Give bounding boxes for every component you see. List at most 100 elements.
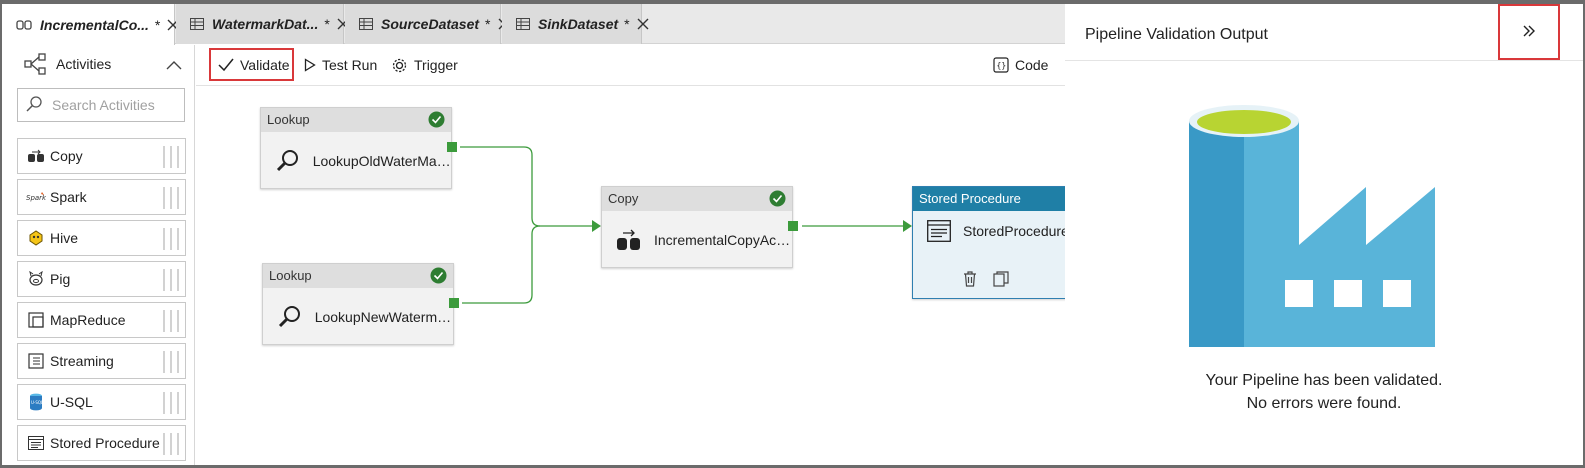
activity-label: Streaming (50, 353, 114, 369)
tab-label: SourceDataset (381, 16, 480, 32)
stored-procedure-icon (927, 218, 951, 244)
validation-message-line2: No errors were found. (1246, 395, 1402, 412)
drag-handle[interactable] (163, 392, 179, 414)
connector-line (460, 146, 594, 227)
magnifier-icon (275, 148, 301, 174)
drag-handle[interactable] (163, 269, 179, 291)
connector-arrow (903, 220, 912, 232)
validate-label: Validate (240, 57, 290, 73)
pipeline-canvas[interactable]: Lookup LookupOldWaterMark... Lookup Look… (196, 87, 1066, 465)
activity-label: Spark (50, 189, 87, 205)
validation-panel-title: Pipeline Validation Output (1085, 26, 1268, 43)
connector-arrow (592, 220, 601, 232)
activity-label: Pig (50, 271, 71, 287)
drag-handle[interactable] (163, 351, 179, 373)
success-check-icon (428, 111, 445, 136)
drag-handle[interactable] (163, 187, 179, 209)
activity-item-stored-procedure[interactable]: Stored Procedure (17, 425, 186, 461)
usql-icon: U-SQL (25, 393, 47, 411)
connector-line (462, 225, 541, 304)
lookup-new-watermark-node[interactable]: Lookup LookupNewWatermar... (262, 263, 459, 345)
clone-icon[interactable] (993, 271, 1009, 290)
node-label: LookupNewWatermar... (314, 308, 453, 325)
node-type: Lookup (267, 112, 310, 127)
drag-handle[interactable] (163, 146, 179, 168)
node-label: LookupOldWaterMark... (312, 152, 451, 169)
activity-item-pig[interactable]: Pig (17, 261, 186, 297)
checkmark-icon (218, 58, 234, 72)
hive-icon (25, 230, 47, 246)
tab-bar: IncrementalCo... * WatermarkDat... * Sou… (2, 4, 1075, 45)
tab-source-dataset[interactable]: SourceDataset * (345, 4, 509, 44)
mapreduce-icon (25, 312, 47, 328)
node-label: StoredProcedure (963, 223, 1066, 239)
code-icon: {} (993, 57, 1009, 73)
activity-item-usql[interactable]: U-SQL U-SQL (17, 384, 186, 420)
drag-handle[interactable] (163, 228, 179, 250)
validate-button[interactable]: Validate (218, 49, 290, 81)
activities-panel: Activities Copy Spark Spark Hive (2, 45, 195, 465)
trigger-button[interactable]: Trigger (391, 49, 458, 81)
tab-dirty-marker: * (154, 16, 161, 33)
search-icon (26, 95, 42, 115)
test-run-label: Test Run (322, 57, 378, 73)
activity-label: Hive (50, 230, 79, 246)
code-button[interactable]: {} Code (993, 49, 1048, 81)
activity-label: Stored Procedure (50, 435, 160, 451)
play-icon (304, 58, 316, 72)
activities-icon (24, 53, 46, 78)
svg-text:{}: {} (997, 61, 1007, 70)
pipeline-icon (16, 17, 32, 33)
activity-item-spark[interactable]: Spark Spark (17, 179, 186, 215)
node-type: Stored Procedure (919, 191, 1021, 206)
output-port[interactable] (447, 142, 457, 152)
node-type: Copy (608, 191, 639, 206)
activity-label: Copy (50, 148, 83, 164)
table-icon (516, 16, 530, 32)
activity-label: MapReduce (50, 312, 126, 328)
copy-activity-icon (616, 227, 642, 253)
activity-item-hive[interactable]: Hive (17, 220, 186, 256)
activity-item-streaming[interactable]: Streaming (17, 343, 186, 379)
incremental-copy-node[interactable]: Copy IncrementalCopyActiv... (601, 186, 798, 268)
tab-incremental-pipeline[interactable]: IncrementalCo... * (2, 4, 179, 45)
activities-title: Activities (56, 56, 112, 72)
svg-text:Spark: Spark (26, 194, 46, 202)
tab-watermark-dataset[interactable]: WatermarkDat... * (176, 4, 349, 44)
output-port[interactable] (788, 221, 798, 231)
code-label: Code (1015, 57, 1049, 73)
close-icon[interactable] (636, 17, 650, 31)
activity-item-copy[interactable]: Copy (17, 138, 186, 174)
activities-header[interactable]: Activities (2, 45, 195, 85)
pig-icon (25, 271, 47, 287)
drag-handle[interactable] (163, 433, 179, 455)
pipeline-validation-panel: Pipeline Validation Output Your Pipeline… (1065, 4, 1583, 465)
trigger-label: Trigger (414, 57, 458, 73)
tab-label: WatermarkDat... (212, 16, 319, 32)
stored-procedure-node[interactable]: Stored Procedure StoredProcedure (912, 186, 1066, 299)
table-icon (190, 16, 204, 32)
search-activities[interactable] (17, 88, 185, 122)
tab-dirty-marker: * (324, 16, 330, 32)
node-label: IncrementalCopyActiv... (654, 231, 792, 248)
tab-label: IncrementalCo... (40, 16, 149, 33)
tab-dirty-marker: * (624, 16, 630, 32)
node-type: Lookup (269, 268, 312, 283)
tab-label: SinkDataset (538, 16, 619, 32)
drag-handle[interactable] (163, 310, 179, 332)
streaming-icon (25, 353, 47, 369)
pipeline-toolbar: Validate Test Run Trigger {} Code (196, 44, 1075, 86)
tab-dirty-marker: * (485, 16, 491, 32)
delete-icon[interactable] (963, 271, 977, 290)
output-port[interactable] (449, 298, 459, 308)
collapse-panel-button[interactable] (1498, 4, 1560, 60)
success-check-icon (430, 267, 447, 292)
test-run-button[interactable]: Test Run (304, 49, 377, 81)
tab-sink-dataset[interactable]: SinkDataset * (502, 4, 649, 44)
lookup-old-watermark-node[interactable]: Lookup LookupOldWaterMark... (260, 107, 457, 189)
search-input[interactable] (52, 97, 180, 113)
chevron-up-icon[interactable] (166, 57, 182, 73)
activity-item-mapreduce[interactable]: MapReduce (17, 302, 186, 338)
spark-icon: Spark (25, 191, 47, 203)
success-check-icon (769, 190, 786, 215)
